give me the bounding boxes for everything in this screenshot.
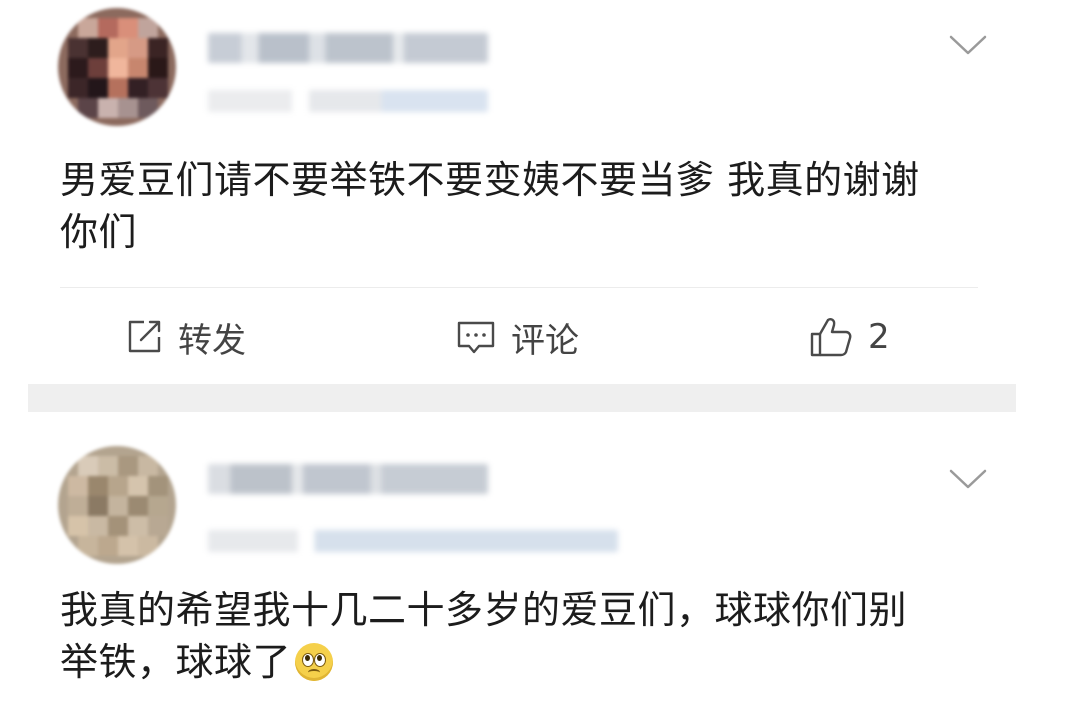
comment-text-line: 我真的希望我十几二十多岁的爱豆们，球球你们别: [60, 588, 908, 632]
repost-label: 转发: [178, 320, 246, 361]
post-meta-blurred: [208, 530, 618, 552]
comment-text-line-with-emoji: 举铁，球球了: [60, 636, 1000, 688]
post-meta-blurred: [208, 90, 488, 112]
comment-card: 男爱豆们请不要举铁不要变姨不要当爹 我真的谢谢 你们 转发 评论 2: [0, 0, 1080, 384]
chevron-down-icon[interactable]: [948, 467, 988, 491]
pleading-face-emoji: [295, 643, 334, 681]
avatar[interactable]: [58, 446, 176, 564]
comment-text: 我真的希望我十几二十多岁的爱豆们，球球你们别 举铁，球球了: [60, 584, 1000, 688]
thumbs-up-icon: [810, 318, 852, 357]
comment-text-line: 男爱豆们请不要举铁不要变姨不要当爹 我真的谢谢: [60, 158, 920, 202]
comment-icon: [457, 321, 495, 354]
repost-icon: [128, 320, 161, 353]
comment-label: 评论: [511, 320, 579, 361]
repost-button[interactable]: 转发: [124, 314, 246, 361]
avatar[interactable]: [58, 8, 176, 126]
comment-text: 男爱豆们请不要举铁不要变姨不要当爹 我真的谢谢 你们: [60, 154, 1000, 258]
username-blurred[interactable]: [208, 464, 488, 494]
divider: [60, 287, 978, 288]
chevron-down-icon[interactable]: [948, 33, 988, 57]
like-count: 2: [868, 317, 890, 357]
section-separator: [28, 384, 1016, 412]
comment-text-line: 你们: [60, 210, 138, 254]
comment-text-line: 举铁，球球了: [60, 640, 292, 684]
username-blurred[interactable]: [208, 33, 488, 63]
like-button[interactable]: 2: [808, 314, 890, 360]
comment-button[interactable]: 评论: [455, 314, 579, 361]
comment-card: 我真的希望我十几二十多岁的爱豆们，球球你们别 举铁，球球了: [0, 412, 1080, 721]
